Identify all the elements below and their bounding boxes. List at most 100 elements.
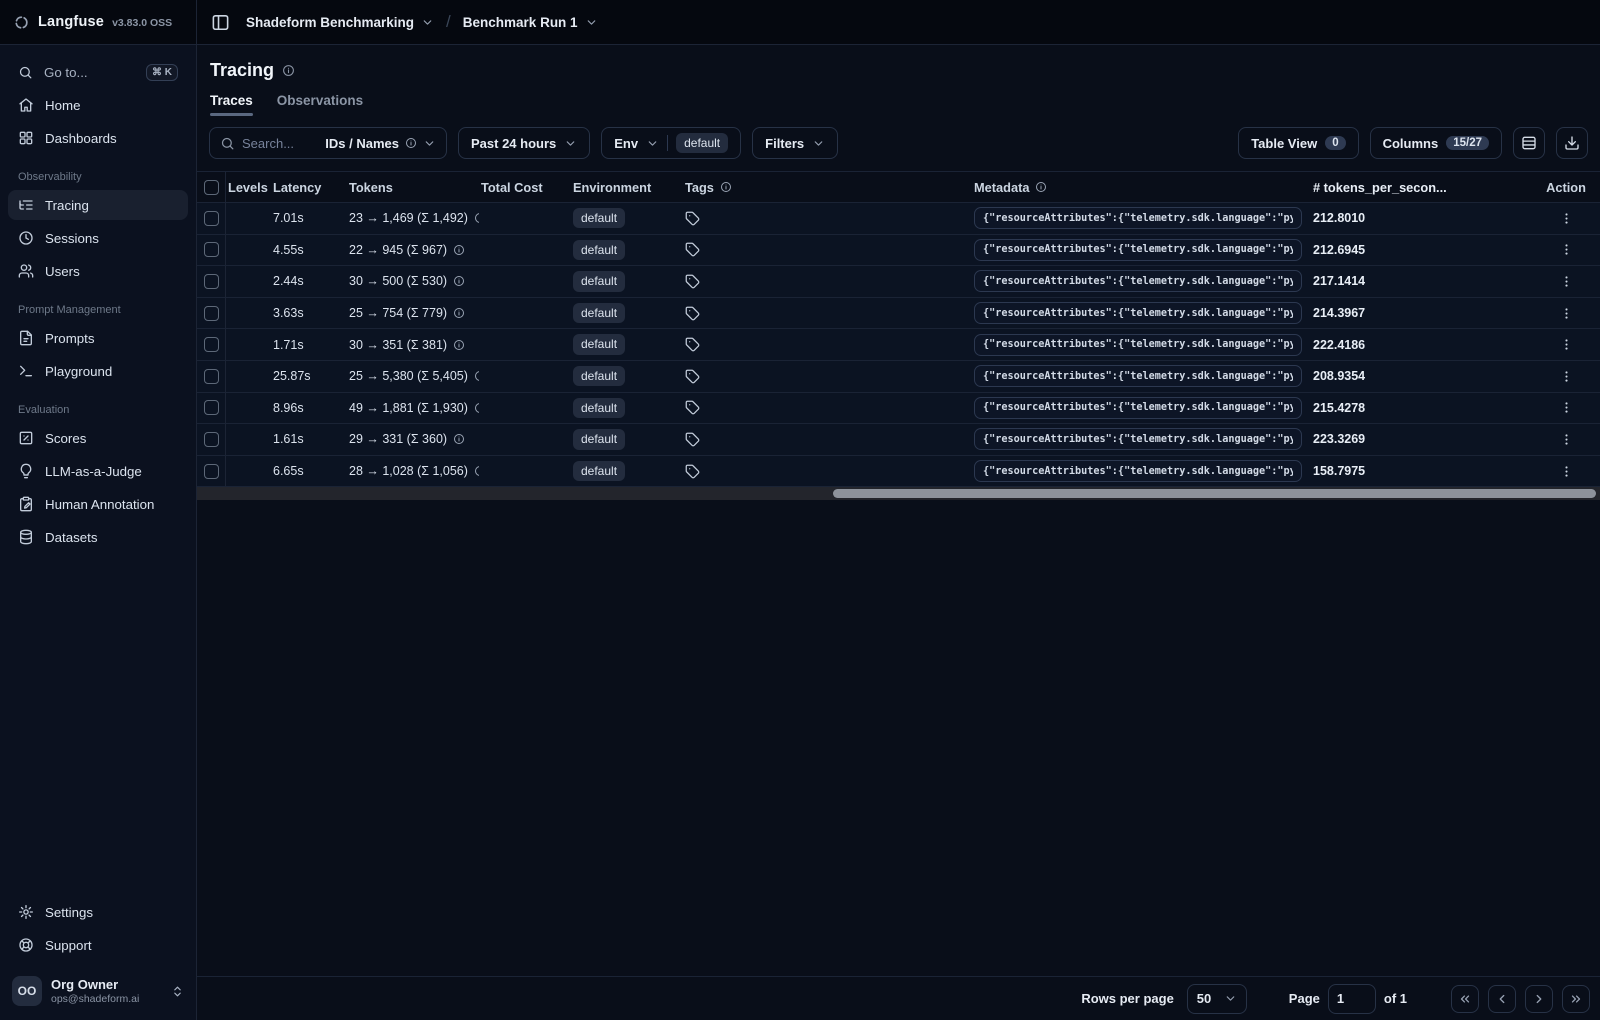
scrollbar-thumb[interactable] (832, 489, 1596, 499)
tag-icon[interactable] (685, 242, 700, 257)
row-actions-button[interactable] (1559, 337, 1574, 352)
sidebar-item-llm-as-a-judge[interactable]: LLM-as-a-Judge (8, 456, 188, 486)
tag-icon[interactable] (685, 306, 700, 321)
row-actions-button[interactable] (1559, 464, 1574, 479)
goto-button[interactable]: Go to... ⌘ K (8, 57, 188, 87)
sidebar-item-playground[interactable]: Playground (8, 356, 188, 386)
previous-page-button[interactable] (1488, 984, 1516, 1013)
info-icon[interactable] (453, 307, 465, 319)
table-row[interactable]: 8.96s 49 → 1,881 (Σ 1,930) default {"res… (197, 392, 1600, 425)
select-all-checkbox[interactable] (203, 179, 219, 195)
account-switcher[interactable]: OO Org Owner ops@shadeform.ai (8, 968, 188, 1014)
row-checkbox[interactable] (203, 463, 219, 479)
sidebar-item-human-annotation[interactable]: Human Annotation (8, 489, 188, 519)
sidebar-item-datasets[interactable]: Datasets (8, 522, 188, 552)
row-actions-button[interactable] (1559, 306, 1574, 321)
table-row[interactable]: 6.65s 28 → 1,028 (Σ 1,056) default {"res… (197, 455, 1600, 488)
sidebar-item-users[interactable]: Users (8, 256, 188, 286)
horizontal-scrollbar[interactable] (197, 487, 1600, 501)
table-row[interactable]: 1.61s 29 → 331 (Σ 360) default {"resourc… (197, 424, 1600, 456)
info-icon[interactable] (453, 275, 465, 287)
row-actions-button[interactable] (1559, 369, 1574, 384)
row-checkbox[interactable] (203, 400, 219, 416)
tag-icon[interactable] (685, 432, 700, 447)
metadata-preview[interactable]: {"resourceAttributes":{"telemetry.sdk.la… (974, 460, 1302, 483)
info-icon[interactable] (453, 339, 465, 351)
row-actions-button[interactable] (1559, 242, 1574, 257)
sidebar-item-support[interactable]: Support (8, 930, 188, 960)
column-header-levels[interactable]: Levels (226, 172, 271, 202)
row-checkbox[interactable] (203, 273, 219, 289)
column-header-total-cost[interactable]: Total Cost (479, 172, 571, 202)
metadata-preview[interactable]: {"resourceAttributes":{"telemetry.sdk.la… (974, 238, 1302, 261)
tracing-info-icon[interactable] (282, 64, 295, 77)
tag-icon[interactable] (685, 211, 700, 226)
table-row[interactable]: 3.63s 25 → 754 (Σ 779) default {"resourc… (197, 297, 1600, 330)
table-view-button[interactable]: Table View 0 (1238, 127, 1359, 159)
user-name: Org Owner (51, 976, 119, 992)
sidebar-toggle-button[interactable] (211, 13, 230, 32)
table-row[interactable]: 1.71s 30 → 351 (Σ 381) default {"resourc… (197, 329, 1600, 361)
row-checkbox[interactable] (203, 431, 219, 447)
sidebar-item-scores[interactable]: Scores (8, 423, 188, 453)
row-checkbox[interactable] (203, 305, 219, 321)
row-actions-button[interactable] (1559, 400, 1574, 415)
metadata-preview[interactable]: {"resourceAttributes":{"telemetry.sdk.la… (974, 270, 1302, 293)
tab-traces[interactable]: Traces (210, 93, 253, 116)
row-checkbox[interactable] (203, 210, 219, 226)
sidebar-item-home[interactable]: Home (8, 90, 188, 120)
tag-icon[interactable] (685, 464, 700, 479)
project-switcher[interactable]: Shadeform Benchmarking (246, 15, 434, 30)
tab-observations[interactable]: Observations (277, 93, 363, 116)
row-checkbox[interactable] (203, 337, 219, 353)
metadata-preview[interactable]: {"resourceAttributes":{"telemetry.sdk.la… (974, 333, 1302, 356)
tag-icon[interactable] (685, 369, 700, 384)
sidebar-item-dashboards[interactable]: Dashboards (8, 123, 188, 153)
table-header-row: Levels Latency Tokens Total Cost Environ… (197, 171, 1600, 203)
next-page-button[interactable] (1525, 984, 1553, 1013)
environment-filter-button[interactable]: Env default (601, 127, 742, 159)
table-row[interactable]: 4.55s 22 → 945 (Σ 967) default {"resourc… (197, 234, 1600, 267)
row-checkbox[interactable] (203, 368, 219, 384)
sidebar-item-tracing[interactable]: Tracing (8, 190, 188, 220)
metadata-preview[interactable]: {"resourceAttributes":{"telemetry.sdk.la… (974, 396, 1302, 419)
first-page-button[interactable] (1451, 984, 1479, 1013)
metadata-preview[interactable]: {"resourceAttributes":{"telemetry.sdk.la… (974, 428, 1302, 451)
row-actions-button[interactable] (1559, 432, 1574, 447)
row-checkbox[interactable] (203, 242, 219, 258)
columns-button[interactable]: Columns 15/27 (1369, 127, 1502, 159)
column-header-environment[interactable]: Environment (571, 172, 679, 202)
rows-per-page-select[interactable]: 50 (1186, 983, 1247, 1014)
search-mode-select[interactable]: IDs / Names (325, 136, 436, 151)
metadata-preview[interactable]: {"resourceAttributes":{"telemetry.sdk.la… (974, 302, 1302, 325)
search-input[interactable] (242, 135, 319, 151)
info-icon[interactable] (453, 244, 465, 256)
metadata-preview[interactable]: {"resourceAttributes":{"telemetry.sdk.la… (974, 207, 1302, 230)
row-actions-button[interactable] (1559, 211, 1574, 226)
time-range-button[interactable]: Past 24 hours (458, 127, 591, 159)
sidebar-item-sessions[interactable]: Sessions (8, 223, 188, 253)
page-input[interactable] (1327, 983, 1376, 1014)
table-row[interactable]: 2.44s 30 → 500 (Σ 530) default {"resourc… (197, 266, 1600, 298)
row-height-button[interactable] (1513, 127, 1545, 159)
tag-icon[interactable] (685, 337, 700, 352)
row-actions-button[interactable] (1559, 274, 1574, 289)
info-icon[interactable] (453, 433, 465, 445)
column-header-latency[interactable]: Latency (271, 172, 347, 202)
tokens-value: 49 → 1,881 (Σ 1,930) (349, 400, 468, 415)
metadata-preview[interactable]: {"resourceAttributes":{"telemetry.sdk.la… (974, 365, 1302, 388)
run-switcher[interactable]: Benchmark Run 1 (463, 15, 598, 30)
last-page-button[interactable] (1562, 984, 1590, 1013)
tag-icon[interactable] (685, 400, 700, 415)
table-row[interactable]: 7.01s 23 → 1,469 (Σ 1,492) default {"res… (197, 203, 1600, 235)
table-row[interactable]: 25.87s 25 → 5,380 (Σ 5,405) default {"re… (197, 360, 1600, 393)
export-button[interactable] (1556, 127, 1588, 159)
column-header-tokens[interactable]: Tokens (347, 172, 479, 202)
filters-button[interactable]: Filters (752, 127, 839, 159)
sidebar-item-settings[interactable]: Settings (8, 897, 188, 927)
tag-icon[interactable] (685, 274, 700, 289)
column-header-tags[interactable]: Tags (679, 172, 970, 202)
column-header-tokens-per-second[interactable]: # tokens_per_secon... (1307, 172, 1530, 202)
sidebar-item-prompts[interactable]: Prompts (8, 323, 188, 353)
column-header-metadata[interactable]: Metadata (970, 172, 1307, 202)
